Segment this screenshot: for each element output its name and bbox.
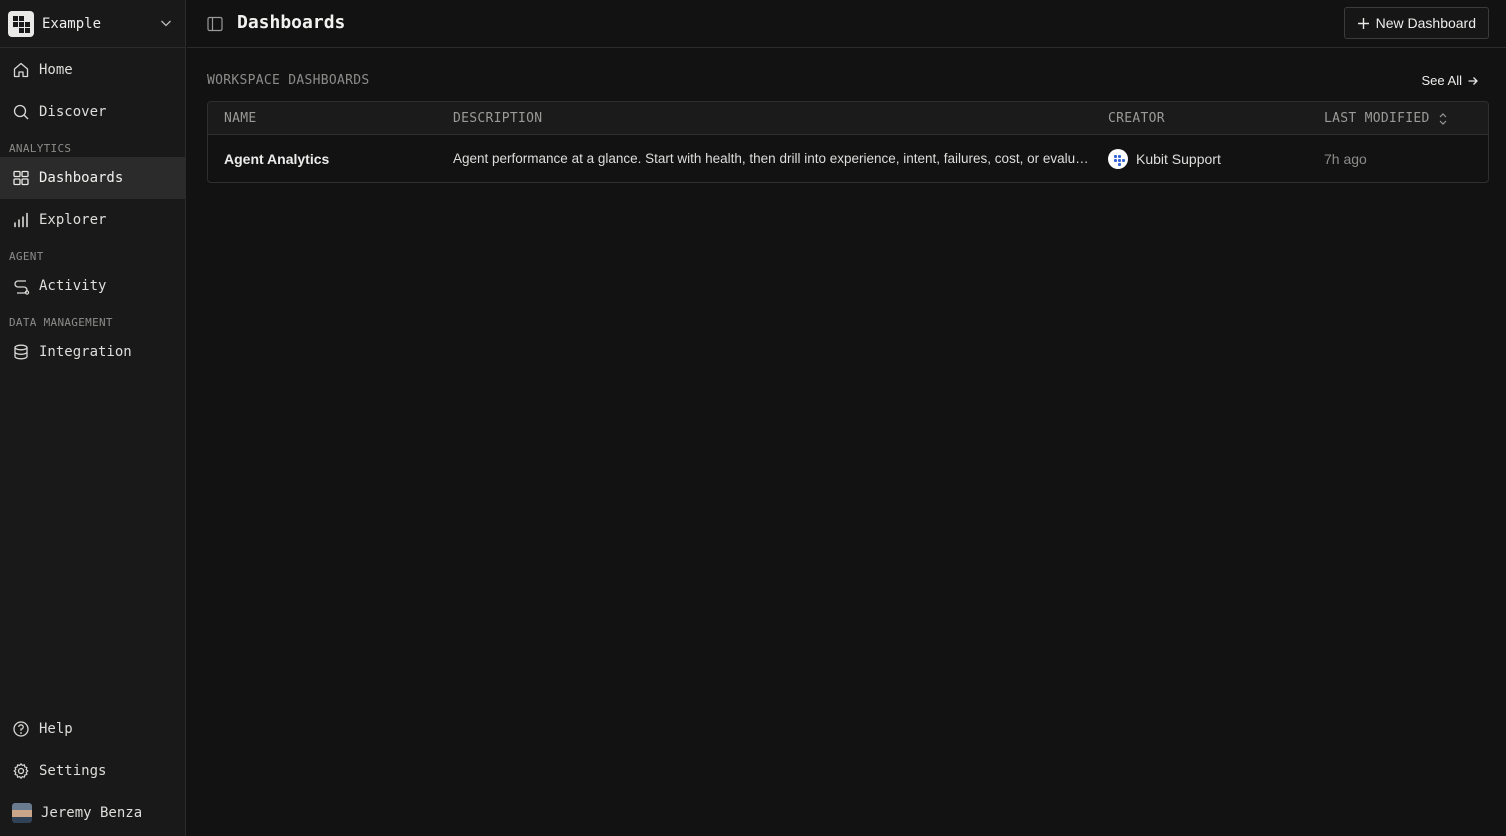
see-all-link[interactable]: See All: [1422, 73, 1479, 88]
arrow-right-icon: [1468, 76, 1478, 85]
sidebar-item-label: Discover: [39, 104, 107, 120]
column-header-last-modified[interactable]: LAST MODIFIED: [1324, 111, 1430, 126]
sidebar-item-label: Activity: [39, 278, 107, 294]
section-heading: WORKSPACE DASHBOARDS: [207, 73, 370, 88]
sidebar-item-home[interactable]: Home: [0, 49, 186, 91]
sidebar-item-label: Settings: [39, 763, 107, 779]
sidebar-item-settings[interactable]: Settings: [0, 750, 186, 792]
sidebar-item-label: Dashboards: [39, 170, 124, 186]
dashboard-description: Agent performance at a glance. Start wit…: [453, 151, 1095, 166]
column-header-creator: CREATOR: [1108, 111, 1165, 126]
dashboard-creator: Kubit Support: [1108, 149, 1221, 169]
avatar: [12, 803, 32, 823]
top-bar: Dashboards New Dashboard: [187, 0, 1506, 48]
home-icon: [13, 62, 29, 78]
database-icon: [14, 344, 28, 360]
workspace-name: Example: [42, 15, 102, 32]
route-icon: [14, 280, 30, 295]
creator-logo-icon: [1108, 149, 1128, 169]
dashboard-grid-icon: [13, 170, 29, 186]
column-header-name[interactable]: NAME: [224, 111, 257, 126]
column-header-description: DESCRIPTION: [453, 111, 543, 126]
table-row[interactable]: Agent Analytics Agent performance at a g…: [208, 135, 1488, 182]
sidebar-item-label: Integration: [39, 344, 132, 360]
creator-name: Kubit Support: [1136, 151, 1221, 167]
new-dashboard-label: New Dashboard: [1375, 15, 1476, 31]
last-modified: 7h ago: [1324, 151, 1367, 167]
sidebar-item-activity[interactable]: Activity: [0, 265, 186, 307]
workspace-switcher[interactable]: Example: [0, 0, 186, 48]
sort-icon[interactable]: [1438, 112, 1448, 126]
new-dashboard-button[interactable]: New Dashboard: [1343, 7, 1489, 39]
section-label-data-management: DATA MANAGEMENT: [9, 316, 113, 329]
section-label-analytics: ANALYTICS: [9, 142, 72, 155]
chevron-down-icon: [161, 20, 171, 27]
bar-chart-icon: [14, 212, 28, 228]
help-icon: [13, 721, 29, 737]
sidebar-item-label: Help: [39, 721, 73, 737]
sidebar-item-help[interactable]: Help: [0, 708, 186, 750]
user-menu[interactable]: Jeremy Benza: [0, 792, 186, 834]
sidebar-item-explorer[interactable]: Explorer: [0, 199, 186, 241]
sidebar: Example Home Discover ANALYTICS Dashboar…: [0, 0, 186, 836]
gear-icon: [13, 763, 29, 779]
page-title: Dashboards: [237, 12, 346, 33]
search-icon: [13, 104, 29, 120]
sidebar-item-label: Explorer: [39, 212, 107, 228]
sidebar-item-dashboards[interactable]: Dashboards: [0, 157, 186, 199]
see-all-label: See All: [1421, 73, 1462, 88]
dashboard-name[interactable]: Agent Analytics: [224, 151, 329, 167]
user-name: Jeremy Benza: [41, 805, 143, 821]
plus-icon: [1357, 17, 1369, 29]
sidebar-item-label: Home: [39, 62, 73, 78]
panel-toggle-icon[interactable]: [207, 16, 223, 32]
table-header: NAME DESCRIPTION CREATOR LAST MODIFIED: [208, 102, 1488, 135]
sidebar-item-integration[interactable]: Integration: [0, 331, 186, 373]
section-label-agent: AGENT: [9, 250, 44, 263]
workspace-logo: [8, 10, 34, 37]
sidebar-item-discover[interactable]: Discover: [0, 91, 186, 133]
dashboards-table: NAME DESCRIPTION CREATOR LAST MODIFIED A…: [207, 101, 1489, 183]
